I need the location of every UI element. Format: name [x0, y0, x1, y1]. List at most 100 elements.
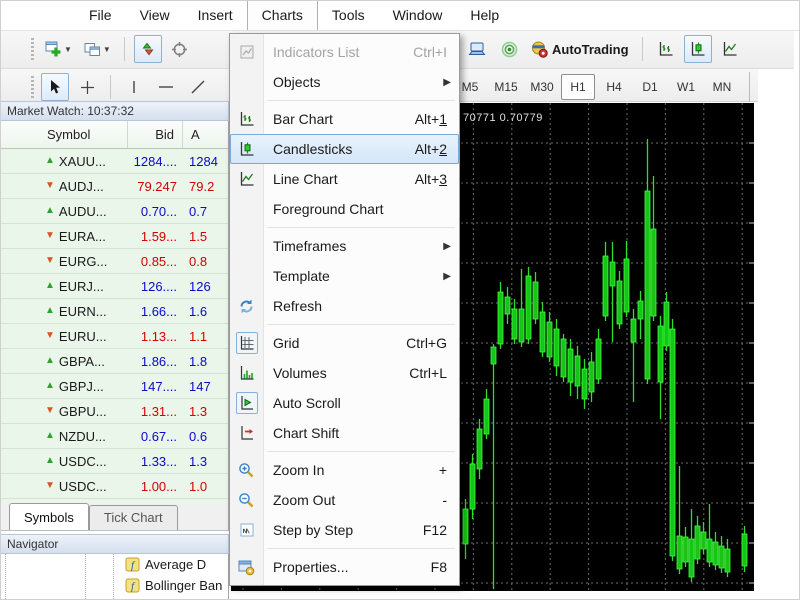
terminal-toggle-button[interactable] [463, 35, 491, 63]
tab-symbols[interactable]: Symbols [9, 503, 89, 530]
mt4-logo-icon [41, 7, 61, 25]
strategy-tester-button[interactable] [495, 35, 523, 63]
menu-item-volumes[interactable]: VolumesCtrl+L [230, 358, 459, 388]
timeframe-button-m15[interactable]: M15 [489, 74, 523, 100]
market-watch-row[interactable]: ▲USDC...1.33...1.3 [1, 449, 228, 474]
crosshair-icon [79, 79, 96, 96]
navigator-item[interactable]: fAverage D [1, 554, 228, 575]
menu-item-objects[interactable]: Objects▶ [230, 67, 459, 97]
properties-icon [238, 559, 255, 576]
symbol-label: AUDJ... [59, 179, 104, 194]
toolbar-grip[interactable] [31, 38, 34, 60]
market-watch-title: Market Watch: 10:37:32 [7, 104, 134, 118]
timeframe-button-mn[interactable]: MN [705, 74, 739, 100]
bid-value: 1.66... [128, 304, 183, 319]
tree-guide-line [5, 554, 6, 600]
column-header-bid[interactable]: Bid [128, 121, 183, 148]
timeframe-button-h4[interactable]: H4 [597, 74, 631, 100]
cursor-button[interactable] [41, 73, 69, 101]
menubar-item-window[interactable]: Window [379, 1, 457, 30]
menu-item-grid[interactable]: GridCtrl+G [230, 328, 459, 358]
timeframe-button-h1[interactable]: H1 [561, 74, 595, 100]
menubar-item-tools[interactable]: Tools [318, 1, 379, 30]
crosshair-button[interactable] [73, 73, 101, 101]
profiles-button[interactable]: ▼ [80, 35, 115, 63]
menu-item-label: Line Chart [263, 171, 415, 187]
tab-tick-chart[interactable]: Tick Chart [89, 505, 178, 530]
menubar-item-charts[interactable]: Charts [247, 1, 318, 30]
navigator-item[interactable]: fBollinger Ban [1, 575, 228, 596]
timeframe-button-m30[interactable]: M30 [525, 74, 559, 100]
step-by-step-icon [239, 522, 255, 538]
market-watch-row[interactable]: ▼GBPU...1.31...1.3 [1, 399, 228, 424]
menu-item-bar-chart[interactable]: Bar ChartAlt+1 [230, 104, 459, 134]
arrow-down-icon: ▼ [45, 406, 55, 416]
symbol-cell: ▲NZDU... [1, 429, 128, 444]
auto-scroll-icon [239, 395, 255, 411]
market-watch-row[interactable]: ▼EURA...1.59...1.5 [1, 224, 228, 249]
menu-item-zoom-in[interactable]: Zoom In+ [230, 455, 459, 485]
toolbar-grip[interactable] [31, 76, 34, 98]
menu-item-step-by-step[interactable]: Step by StepF12 [230, 515, 459, 545]
autotrading-button[interactable]: AutoTrading [527, 35, 633, 63]
line-chart-type-button[interactable] [716, 35, 744, 63]
market-watch-row[interactable]: ▼EURU...1.13...1.1 [1, 324, 228, 349]
menu-item-refresh[interactable]: Refresh [230, 291, 459, 321]
market-watch-row[interactable]: ▲GBPJ...147....147 [1, 374, 228, 399]
navigator-title: Navigator [7, 537, 58, 551]
vertical-line-button[interactable] [120, 73, 148, 101]
candlestick-type-button[interactable] [684, 35, 712, 63]
menubar-item-file[interactable]: File [75, 1, 126, 30]
bar-chart-type-button[interactable] [652, 35, 680, 63]
menu-item-timeframes[interactable]: Timeframes▶ [230, 231, 459, 261]
ask-value: 1284 [183, 154, 229, 169]
menu-item-shortcut: F12 [423, 522, 459, 538]
menu-item-chart-shift[interactable]: Chart Shift [230, 418, 459, 448]
menubar-item-insert[interactable]: Insert [184, 1, 247, 30]
refresh-icon [238, 298, 255, 315]
menu-item-zoom-out[interactable]: Zoom Out- [230, 485, 459, 515]
menu-item-candlesticks[interactable]: CandlesticksAlt+2 [230, 134, 459, 164]
dropdown-caret-icon[interactable]: ▼ [103, 45, 111, 54]
arrow-down-icon: ▼ [45, 231, 55, 241]
menu-item-gutter [230, 198, 263, 220]
horizontal-line-button[interactable] [152, 73, 180, 101]
navigator-toggle-button[interactable] [166, 35, 194, 63]
market-watch-toggle-button[interactable] [134, 35, 162, 63]
menubar-item-help[interactable]: Help [456, 1, 513, 30]
menubar-item-view[interactable]: View [126, 1, 184, 30]
timeframe-button-w1[interactable]: W1 [669, 74, 703, 100]
market-watch-row[interactable]: ▼USDC...1.00...1.0 [1, 474, 228, 499]
menu-item-template[interactable]: Template▶ [230, 261, 459, 291]
market-watch-row[interactable]: ▼AUDJ...79.24779.2 [1, 174, 228, 199]
menu-item-line-chart[interactable]: Line ChartAlt+3 [230, 164, 459, 194]
market-watch-row[interactable]: ▼EURG...0.85...0.8 [1, 249, 228, 274]
ask-value: 1.5 [183, 229, 229, 244]
menu-item-shortcut: Ctrl+I [413, 44, 459, 60]
menu-separator [230, 97, 459, 104]
chart-shift-icon [239, 425, 255, 441]
ask-value: 1.3 [183, 454, 229, 469]
bid-value: 147.... [128, 379, 183, 394]
column-header-symbol[interactable]: Symbol [1, 121, 128, 148]
symbol-cell: ▲USDC... [1, 454, 128, 469]
menu-item-properties[interactable]: Properties...F8 [230, 552, 459, 582]
market-watch-row[interactable]: ▲AUDU...0.70...0.7 [1, 199, 228, 224]
column-header-a[interactable]: A [183, 121, 229, 148]
market-watch-row[interactable]: ▲EURJ...126....126 [1, 274, 228, 299]
market-watch-row[interactable]: ▲XAUU...1284....1284 [1, 149, 228, 174]
menu-item-indicators-list[interactable]: Indicators ListCtrl+I [230, 37, 459, 67]
trendline-button[interactable] [184, 73, 212, 101]
menu-item-gutter [230, 138, 263, 160]
volumes-icon [239, 365, 255, 381]
symbol-cell: ▼EURG... [1, 254, 128, 269]
market-watch-row[interactable]: ▲NZDU...0.67...0.6 [1, 424, 228, 449]
dropdown-caret-icon[interactable]: ▼ [64, 45, 72, 54]
menu-item-foreground-chart[interactable]: Foreground Chart [230, 194, 459, 224]
timeframe-button-d1[interactable]: D1 [633, 74, 667, 100]
market-watch-row[interactable]: ▲EURN...1.66...1.6 [1, 299, 228, 324]
market-watch-row[interactable]: ▲GBPA...1.86...1.8 [1, 349, 228, 374]
menu-item-auto-scroll[interactable]: Auto Scroll [230, 388, 459, 418]
new-chart-button[interactable]: ▼ [41, 35, 76, 63]
menu-item-label: Zoom Out [263, 492, 442, 508]
